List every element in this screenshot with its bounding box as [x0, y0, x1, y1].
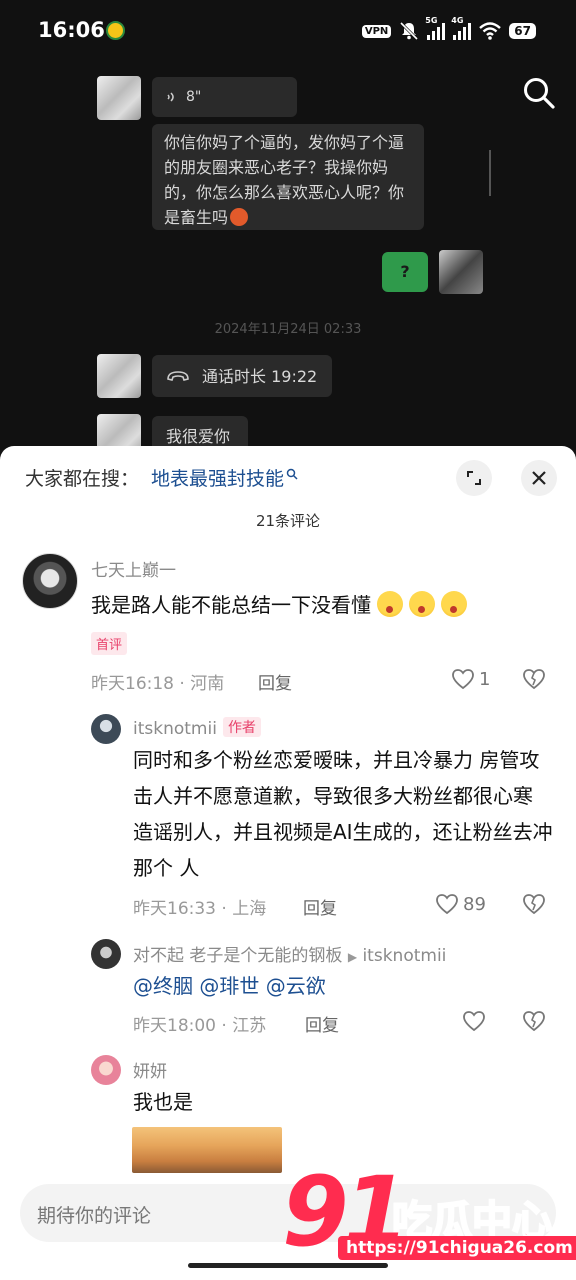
comment-text: 我是路人能不能总结一下没看懂 — [91, 587, 467, 623]
expand-icon — [467, 471, 481, 485]
dislike-heart-icon[interactable] — [522, 893, 546, 915]
close-icon — [532, 471, 546, 485]
app-notification-icon — [106, 21, 125, 40]
chat-timestamp: 2024年11月24日 02:33 — [214, 322, 362, 337]
reply-button[interactable]: 回复 — [305, 1011, 339, 1036]
chat-avatar-self — [439, 250, 483, 294]
mute-bell-icon — [400, 21, 419, 41]
reply-arrow-icon: ▶ — [347, 950, 358, 964]
mention-text[interactable]: @终胭 @琲世 @云欲 — [133, 968, 326, 1004]
vpn-icon: VPN — [361, 24, 392, 38]
status-icons: VPN 5G 4G 67 — [361, 16, 536, 42]
call-duration-text: 通话时长 19:22 — [202, 366, 318, 386]
first-comment-badge: 首评 — [91, 632, 128, 655]
avatar[interactable] — [22, 553, 78, 609]
signal-5g-icon: 5G — [425, 16, 446, 40]
reply-button[interactable]: 回复 — [258, 669, 292, 694]
chat-avatar — [97, 76, 141, 120]
comment-meta: 昨天18:00 · 江苏 — [133, 1016, 267, 1036]
like-button[interactable]: 1 — [451, 668, 490, 690]
hot-search-term[interactable]: 地表最强封技能 — [151, 464, 284, 491]
call-duration-bubble: 通话时长 19:22 — [152, 355, 332, 397]
reply-button[interactable]: 回复 — [303, 894, 337, 919]
signal-4g-icon: 4G — [451, 16, 472, 40]
reply-text: 我也是 — [133, 1090, 193, 1114]
reply-to-user[interactable]: itsknotmii — [362, 946, 446, 966]
comment-username[interactable]: 七天上巅一 — [91, 556, 176, 581]
voice-duration: 8" — [186, 88, 202, 105]
voice-message-bubble: 8" — [152, 77, 297, 117]
chat-scroll-indicator — [489, 150, 491, 196]
hot-search-prefix: 大家都在搜： — [25, 468, 140, 490]
status-bar: 16:06 VPN 5G 4G 67 — [0, 0, 576, 62]
avatar[interactable] — [91, 939, 121, 969]
search-icon — [286, 468, 298, 480]
expand-button[interactable] — [456, 460, 492, 496]
heart-icon — [436, 894, 458, 915]
avatar[interactable] — [91, 714, 121, 744]
voice-wave-icon — [167, 92, 174, 102]
like-count: 1 — [479, 668, 491, 690]
reply-username: itsknotmii 作者 — [133, 717, 261, 739]
status-time: 16:06 — [38, 18, 105, 42]
comment-input-placeholder: 期待你的评论 — [37, 1205, 152, 1227]
chat-avatar — [97, 414, 141, 450]
dislike-heart-icon[interactable] — [522, 1010, 546, 1032]
wifi-icon — [479, 22, 502, 40]
emoji-icon — [377, 591, 403, 617]
angry-face-icon — [230, 208, 249, 226]
home-indicator[interactable] — [188, 1263, 388, 1268]
dislike-heart-icon[interactable] — [522, 668, 546, 690]
author-badge: 作者 — [222, 717, 261, 737]
heart-icon — [452, 669, 474, 690]
close-button[interactable] — [521, 460, 557, 496]
comment-meta: 昨天16:18 · 河南 — [91, 674, 225, 694]
reply-username: 对不起 老子是个无能的钢板 ▶ itsknotmii — [133, 946, 447, 966]
chat-message-text: 你信你妈了个逼的，发你妈了个逼的朋友圈来恶心老子？我操你妈的，你怎么那么喜欢恶心… — [164, 133, 405, 227]
emoji-icon — [441, 591, 467, 617]
video-area[interactable]: 16:06 VPN 5G 4G 67 8" 你信你妈了个逼的，发你妈了个逼的朋友… — [0, 0, 576, 450]
avatar[interactable] — [91, 1055, 121, 1085]
reply-text: 同时和多个粉丝恋爱暧昧，并且冷暴力 房管攻击人并不愿意道歉，导致很多大粉丝都很心… — [133, 748, 553, 880]
like-count: 89 — [463, 893, 486, 915]
watermark-logo: 91 吃瓜中心 https://91chigua26.com — [282, 1156, 576, 1268]
comment-meta: 昨天16:33 · 上海 — [133, 899, 267, 919]
reply-image[interactable] — [132, 1127, 282, 1173]
chat-avatar — [97, 354, 141, 398]
chat-message-bubble-2: 我很爱你 — [152, 416, 248, 450]
chat-message-bubble: 你信你妈了个逼的，发你妈了个逼的朋友圈来恶心老子？我操你妈的，你怎么那么喜欢恶心… — [152, 124, 424, 230]
like-button[interactable]: 89 — [435, 893, 486, 915]
battery-icon: 67 — [509, 23, 536, 39]
comment-count: 21条评论 — [255, 512, 321, 530]
hot-search-bar[interactable]: 大家都在搜： 地表最强封技能 — [25, 464, 298, 491]
phone-icon — [167, 371, 189, 381]
watermark-url: https://91chigua26.com — [338, 1236, 576, 1260]
heart-icon[interactable] — [462, 1010, 486, 1032]
search-icon[interactable] — [522, 76, 556, 110]
reply-username[interactable]: 妍妍 — [133, 1057, 167, 1082]
emoji-icon — [409, 591, 435, 617]
reply-message-bubble: ? — [382, 252, 428, 292]
